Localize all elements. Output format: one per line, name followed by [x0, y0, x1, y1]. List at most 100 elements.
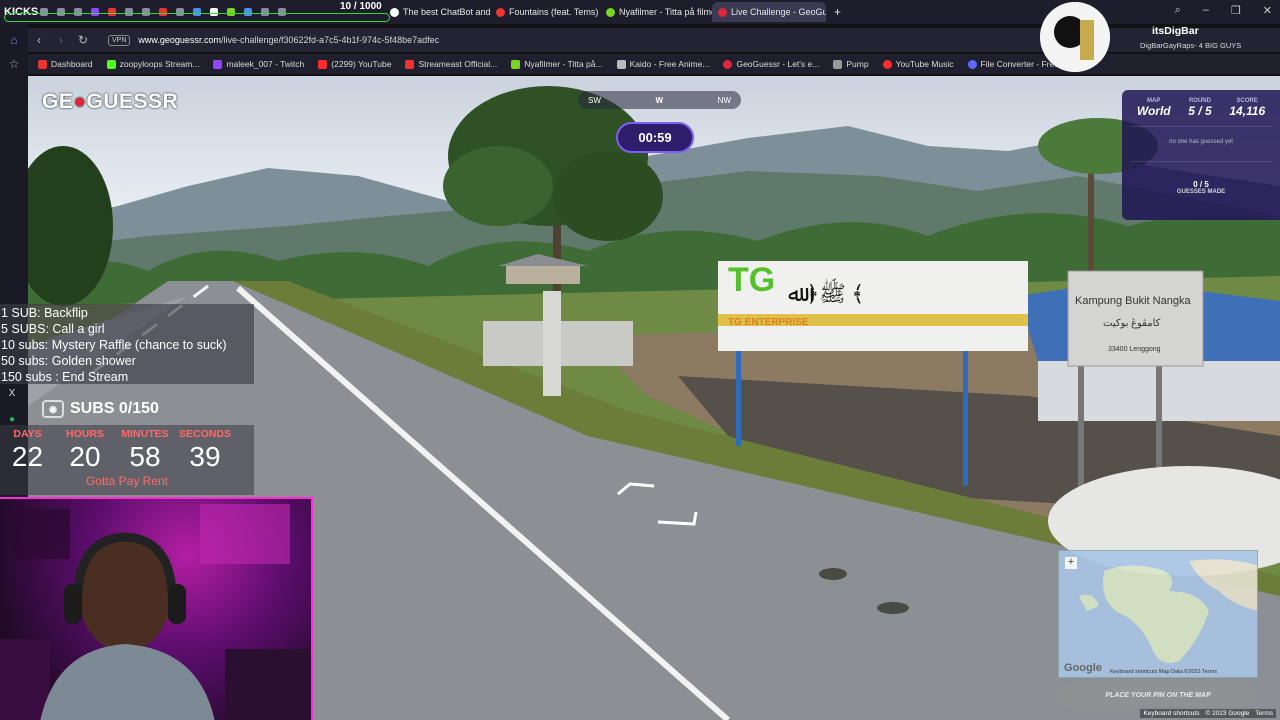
guesses-label: GUESSES MADE — [1176, 189, 1226, 195]
guesses-made: 0 / 5 GUESSES MADE — [1122, 180, 1280, 195]
location-pin-icon: ● — [73, 90, 87, 113]
place-pin-button[interactable]: PLACE YOUR PIN ON THE MAP — [1058, 686, 1258, 706]
no-guess-text: no one has guessed yet — [1169, 139, 1233, 145]
goal-item: 50 subs: Golden shower — [1, 354, 136, 368]
avatar-image — [1040, 2, 1110, 72]
countdown-caption: Gotta Pay Rent — [85, 474, 169, 488]
vpn-badge[interactable]: VPN — [108, 34, 131, 46]
bookmark-kaido[interactable]: Kaido - Free Anime... — [616, 59, 710, 69]
streamer-badge: itsDigBar DigBarGayRaps- 4 BIG GUYS — [1040, 2, 1280, 74]
hours-value: 20 — [69, 441, 101, 472]
back-icon[interactable]: ‹ — [28, 33, 50, 47]
sub-goals-panel: 1 SUB: Backflip 5 SUBS: Call a girl 10 s… — [0, 304, 254, 384]
days-label: DAYS — [13, 428, 42, 440]
sub-goal-progress — [4, 13, 390, 22]
geoguessr-logo: GE●GUESSR — [42, 90, 178, 114]
compass-heading: W — [655, 95, 664, 105]
logo-text: GE — [42, 90, 74, 113]
svg-text:ﷺ﴿ ﷲ ﴾: ﷺ﴿ ﷲ ﴾ — [788, 277, 864, 306]
tab-fountains[interactable]: Fountains (feat. Tems) — [490, 2, 600, 22]
bookmark-label: Nyafilmer - Titta på... — [524, 59, 603, 69]
camera-icon: ◉ — [42, 400, 64, 418]
bookmark-icon — [616, 59, 626, 69]
new-tab-button[interactable]: + — [828, 2, 848, 22]
webcam-feed — [0, 497, 313, 720]
reload-icon[interactable]: ↻ — [72, 33, 94, 47]
url-input[interactable]: www.geoguessr.com/live-challenge/f30622f… — [138, 35, 439, 45]
seconds-value: 39 — [189, 441, 221, 472]
guess-minimap[interactable]: + — [1058, 550, 1258, 678]
bookmark-icon — [213, 59, 223, 69]
svg-text:كامڤوڠ بوكيت: كامڤوڠ بوكيت — [1103, 318, 1161, 329]
keyboard-shortcuts-link[interactable]: Keyboard shortcuts — [1143, 710, 1199, 717]
bookmark-label: YouTube Music — [895, 59, 954, 69]
divider — [1130, 161, 1272, 162]
guesses-count: 0 / 5 — [1193, 180, 1209, 189]
map-value: World — [1136, 104, 1171, 118]
tab-label: Nyafilmer - Titta på filmer — [619, 7, 712, 17]
bookmark-dashboard[interactable]: Dashboard — [38, 59, 93, 69]
bookmark-streameast[interactable]: Streameast Official... — [405, 59, 497, 69]
copyright-text: © 2023 Google — [1205, 710, 1250, 717]
star-icon[interactable]: ☆ — [6, 56, 22, 72]
minimap-attribution: Keyboard shortcuts Map Data ©2023 Terms — [1110, 669, 1217, 675]
subs-text: SUBS 0/150 — [70, 400, 159, 417]
bookmark-label: Pump — [846, 59, 869, 69]
google-logo: Google — [1064, 662, 1102, 674]
subs-counter: ◉ SUBS 0/150 — [42, 400, 159, 418]
bookmark-geoguessr[interactable]: GeoGuessr - Let's e... — [723, 59, 819, 69]
bookmark-icon — [405, 59, 415, 69]
minutes-label: MINUTES — [121, 428, 169, 440]
stream-title: DigBarGayRaps- 4 BIG GUYS — [1140, 41, 1242, 50]
goal-item: 150 subs : End Stream — [1, 370, 129, 384]
bookmark-maleek[interactable]: maleek_007 - Twitch — [213, 59, 304, 69]
goal-item: 1 SUB: Backflip — [1, 306, 88, 320]
tab-live-challenge[interactable]: Live Challenge - GeoGues — [712, 2, 826, 22]
bookmark-icon — [106, 59, 116, 69]
world-map-image — [1079, 559, 1257, 664]
round-value: 5 / 5 — [1188, 104, 1212, 118]
svg-text:Kampung Bukit Nangka: Kampung Bukit Nangka — [1075, 295, 1191, 307]
tab-label: Fountains (feat. Tems) — [509, 7, 599, 17]
compass-right: NW — [717, 95, 731, 105]
bookmark-label: Kaido - Free Anime... — [629, 59, 710, 69]
tab-chatbot[interactable]: The best ChatBot and Wi — [384, 2, 490, 22]
svg-text:TG: TG — [728, 261, 775, 299]
bookmark-youtube[interactable]: (2299) YouTube — [318, 59, 391, 69]
divider — [1130, 126, 1272, 127]
bookmark-zoopyloops[interactable]: zoopyloops Stream... — [106, 59, 200, 69]
logo-text: GUESSR — [86, 90, 179, 113]
goal-item: 5 SUBS: Call a girl — [1, 322, 105, 336]
minutes-value: 58 — [129, 441, 161, 472]
bookmark-nyafilmer[interactable]: Nyafilmer - Titta på... — [511, 59, 603, 69]
tab-label: Live Challenge - GeoGues — [731, 7, 826, 17]
bookmark-youtube-music[interactable]: YouTube Music — [882, 59, 954, 69]
bookmark-icon — [967, 59, 977, 69]
home-icon[interactable]: ⌂ — [6, 32, 22, 48]
tab-nyafilmer[interactable]: Nyafilmer - Titta på filmer — [600, 2, 712, 22]
countdown-timer: DAYS 22 HOURS 20 MINUTES 58 SECONDS 39 Gotta… — [0, 425, 254, 495]
goal-item: 10 subs: Mystery Raffle (chance to suck) — [1, 338, 227, 352]
map-footer: Keyboard shortcuts © 2023 Google Terms — [1140, 709, 1276, 718]
bookmark-label: Dashboard — [51, 59, 93, 69]
bookmark-label: maleek_007 - Twitch — [226, 59, 305, 69]
tab-favicon-icon — [390, 7, 399, 17]
x-icon: X — [8, 388, 16, 399]
bookmark-label: zoopyloops Stream... — [119, 59, 200, 69]
compass-left: SW — [588, 95, 601, 105]
terms-link[interactable]: Terms — [1255, 710, 1273, 717]
bookmark-icon — [723, 59, 733, 69]
bookmark-label: Streameast Official... — [418, 59, 498, 69]
days-value: 22 — [11, 441, 44, 472]
hours-label: HOURS — [66, 428, 104, 440]
round-timer: 00:59 — [616, 122, 694, 153]
bookmark-label: (2299) YouTube — [331, 59, 392, 69]
sub-goal-text: 10 / 1000 — [340, 1, 382, 12]
svg-text:33400 Lenggong: 33400 Lenggong — [1108, 346, 1161, 353]
bookmark-pump[interactable]: Pump — [833, 59, 869, 69]
forward-icon[interactable]: › — [50, 33, 72, 47]
streamer-avatar — [1040, 2, 1110, 72]
bookmark-label: GeoGuessr - Let's e... — [736, 59, 820, 69]
webcam-image — [0, 504, 311, 720]
zoom-in-button[interactable]: + — [1065, 557, 1077, 569]
